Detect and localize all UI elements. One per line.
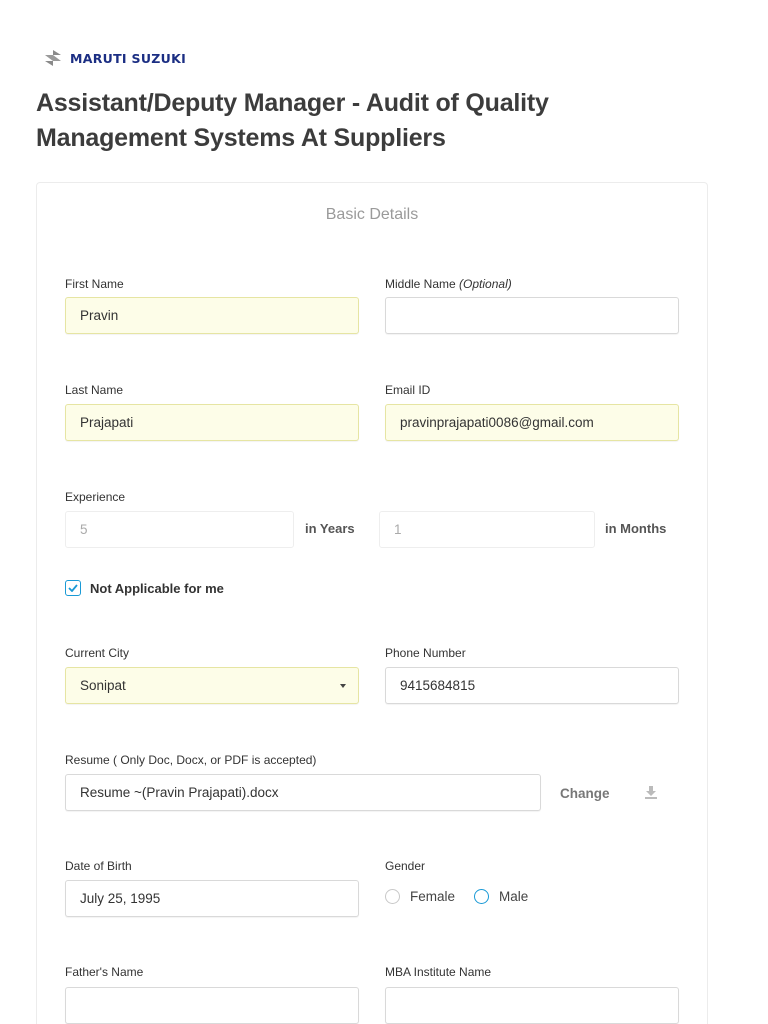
first-name-input[interactable]: Pravin [65,297,359,334]
download-icon[interactable] [643,784,659,800]
not-applicable-row[interactable]: Not Applicable for me [65,580,224,596]
suzuki-logo-icon [45,50,61,66]
middle-name-label-text: Middle Name [385,277,456,291]
current-city-label: Current City [65,646,130,660]
female-radio-label[interactable]: Female [410,889,455,904]
current-city-select[interactable]: Sonipat [65,667,359,704]
not-applicable-label: Not Applicable for me [90,580,224,596]
female-radio[interactable] [385,889,400,904]
first-name-label: First Name [65,277,124,291]
current-city-value: Sonipat [80,678,126,693]
fathers-name-label: Father's Name [65,965,144,979]
optional-hint: (Optional) [459,277,512,291]
experience-label: Experience [65,490,126,504]
resume-file-field[interactable]: Resume ~(Pravin Prajapati).docx [65,774,541,811]
email-input[interactable]: pravinprajapati0086@gmail.com [385,404,679,441]
resume-label: Resume ( Only Doc, Docx, or PDF is accep… [65,753,317,767]
dob-label: Date of Birth [65,859,132,873]
last-name-label: Last Name [65,383,124,397]
page-title: Assistant/Deputy Manager - Audit of Qual… [36,89,549,152]
fathers-name-input[interactable] [65,987,359,1024]
male-radio[interactable] [474,889,490,904]
gender-label: Gender [385,859,426,873]
brand-name: MARUTI SUZUKI [70,50,187,66]
months-unit-label: in Months [605,521,667,536]
experience-years-input[interactable]: 5 [65,511,294,548]
years-unit-label: in Years [305,521,355,536]
last-name-input[interactable]: Prajapati [65,404,359,441]
not-applicable-checkbox[interactable] [65,580,81,596]
phone-number-input[interactable]: 9415684815 [385,667,679,704]
brand-logo: MARUTI SUZUKI [44,50,186,66]
checkmark-icon [68,584,78,592]
middle-name-label: Middle Name (Optional) [385,277,512,291]
mba-institute-input[interactable] [385,987,679,1024]
experience-months-input[interactable]: 1 [379,511,595,548]
dob-input[interactable]: July 25, 1995 [65,880,359,917]
middle-name-input[interactable] [385,297,679,334]
resume-change-button[interactable]: Change [560,786,610,801]
basic-details-card: Basic Details First Name Middle Name (Op… [36,182,708,1024]
mba-institute-label: MBA Institute Name [385,965,492,979]
dropdown-caret-icon [340,684,346,688]
gender-radio-group: Female Male [385,889,547,904]
email-label: Email ID [385,383,431,397]
male-radio-label[interactable]: Male [499,889,528,904]
phone-number-label: Phone Number [385,646,466,660]
section-title: Basic Details [325,206,419,223]
